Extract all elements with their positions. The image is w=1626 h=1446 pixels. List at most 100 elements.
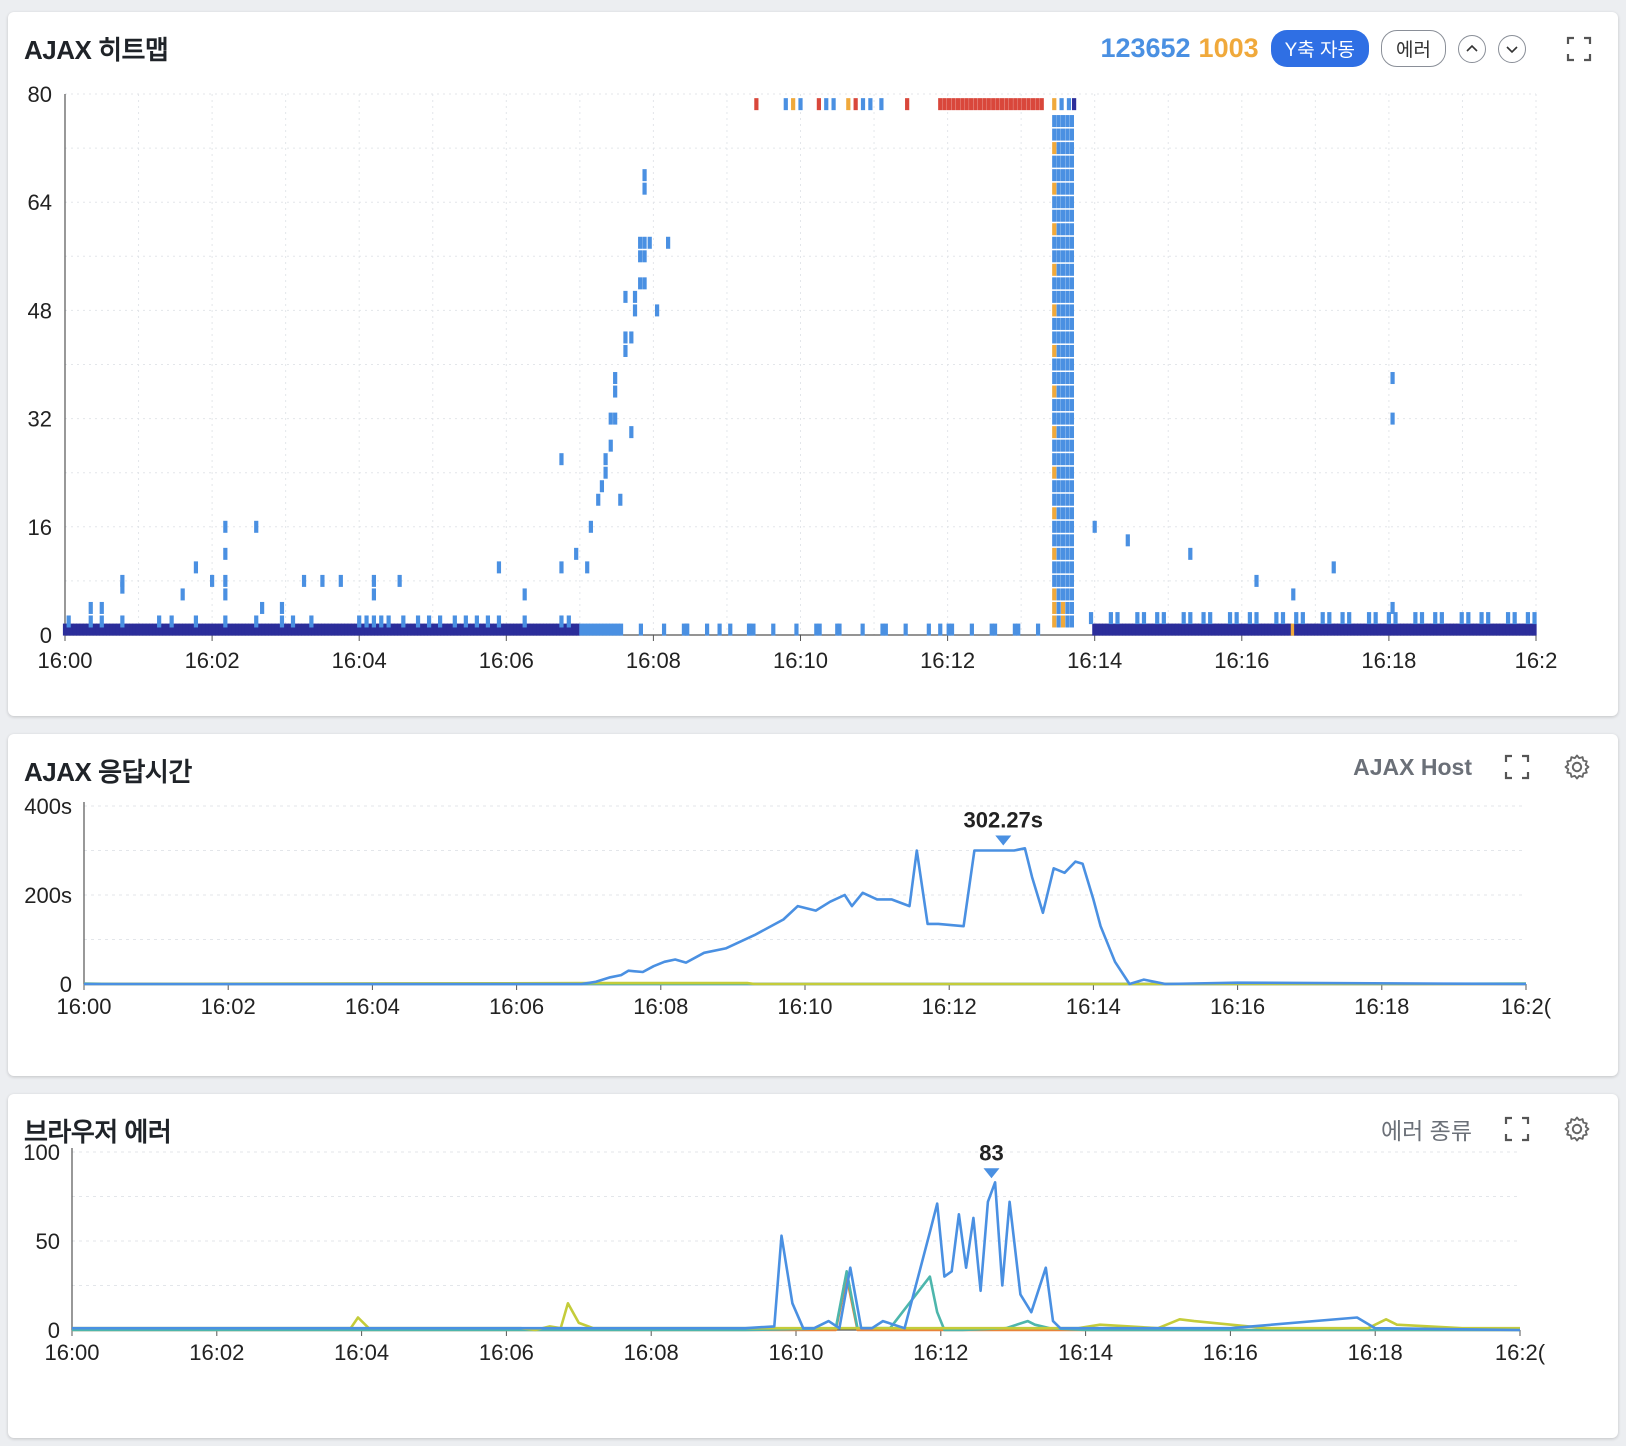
heatmap-cell (1052, 372, 1057, 385)
heatmap-cell (1060, 385, 1066, 398)
heatmap-cell (1056, 115, 1061, 128)
heatmap-cell (1065, 196, 1070, 209)
heatmap-cell (1155, 612, 1160, 625)
heatmap-cell (1069, 155, 1074, 168)
heatmap-cell (1060, 331, 1066, 344)
heatmap-cell (1052, 439, 1057, 452)
heatmap-cell (613, 385, 618, 398)
heatmap-cell (1092, 520, 1097, 533)
heatmap-cell (1052, 453, 1057, 466)
heatmap-cell (1069, 128, 1074, 141)
heatmap-cell (1016, 623, 1021, 636)
heatmap-cell (666, 236, 671, 249)
heatmap-cell (1340, 612, 1345, 625)
heatmap-cell (1069, 466, 1074, 479)
heatmap-cell (1320, 612, 1325, 625)
heatmap-cell (1052, 466, 1057, 479)
heatmap-cell (717, 623, 722, 636)
heatmap-cell (438, 615, 443, 628)
error-x-tick-label: 16:10 (768, 1340, 823, 1365)
heatmap-cell (1060, 290, 1066, 303)
heatmap-cell (1060, 358, 1066, 371)
heatmap-chart[interactable]: 0 16 32 48 64 80 16:00 16:02 16:04 16:06 16:08 16:1… (8, 12, 1618, 716)
heatmap-cell (1060, 493, 1066, 506)
heatmap-cell (1060, 547, 1066, 560)
heatmap-cell (632, 290, 638, 303)
error-x-tick-label: 16:04 (334, 1340, 389, 1365)
heatmap-cell (1052, 128, 1057, 141)
heatmap-cell (386, 615, 391, 628)
heatmap-cell (66, 615, 71, 628)
heatmap-cell (1065, 588, 1070, 601)
heatmap-cell (522, 588, 527, 601)
heatmap-cell (452, 615, 457, 628)
heatmap-cell (860, 98, 866, 111)
response-peak-marker (995, 835, 1012, 846)
response-time-chart[interactable]: 0200s400s16:00 16:02 16:04 16:06 16:08 16:10 1… (8, 734, 1618, 1076)
heatmap-cell (588, 520, 593, 533)
heatmap-cell (1060, 453, 1066, 466)
heatmap-cell (1060, 304, 1066, 317)
heatmap-cell (1069, 480, 1074, 493)
heatmap-cell (1065, 520, 1070, 533)
response-series-line (84, 847, 1527, 986)
heatmap-cell (1069, 588, 1074, 601)
heatmap-cell (1030, 98, 1036, 111)
heatmap-cell (474, 615, 479, 628)
heatmap-cell (357, 615, 362, 628)
heatmap-cell (905, 98, 910, 111)
heatmap-cell (632, 304, 638, 317)
x-tick-label: 16:18 (1361, 648, 1416, 673)
heatmap-cell (1056, 615, 1061, 628)
heatmap-cell (754, 98, 759, 111)
heatmap-cell (1056, 358, 1061, 371)
heatmap-cell (596, 493, 601, 506)
heatmap-cell (955, 98, 960, 111)
heatmap-cell (1419, 612, 1425, 625)
heatmap-cell (846, 98, 851, 111)
heatmap-cell (1065, 290, 1070, 303)
heatmap-cell (371, 574, 377, 587)
heatmap-cell (1060, 209, 1066, 222)
heatmap-cell (180, 588, 185, 601)
heatmap-cell (982, 98, 987, 111)
heatmap-cell (1065, 601, 1070, 614)
heatmap-cell (1069, 142, 1074, 155)
heatmap-cell (254, 615, 259, 628)
heatmap-cell (1069, 317, 1074, 330)
heatmap-cell (1008, 98, 1013, 111)
heatmap-cell (603, 453, 608, 466)
heatmap-cell (638, 250, 643, 263)
heatmap-cell (1056, 128, 1061, 141)
heatmap-cell (951, 98, 956, 111)
heatmap-cell (169, 615, 174, 628)
heatmap-cell (1056, 209, 1061, 222)
heatmap-cell (1056, 574, 1061, 587)
heatmap-cell (623, 290, 628, 303)
heatmap-cell (1331, 561, 1336, 574)
error-y-tick-label: 50 (36, 1229, 60, 1254)
heatmap-cell (1141, 612, 1147, 625)
heatmap-cell (1056, 588, 1061, 601)
heatmap-cell (1056, 480, 1061, 493)
heatmap-cell (1056, 169, 1061, 182)
heatmap-cell (401, 615, 406, 628)
heatmap-cell (1069, 209, 1074, 222)
heatmap-cell (973, 98, 978, 111)
heatmap-cell (1135, 612, 1140, 625)
heatmap-cell (1069, 574, 1074, 587)
heatmap-cell (608, 412, 613, 425)
heatmap-cell (193, 561, 199, 574)
heatmap-cell (883, 623, 888, 636)
heatmap-cell (1060, 534, 1066, 547)
heatmap-cell (1060, 182, 1066, 195)
heatmap-cell (485, 615, 491, 628)
heatmap-cell (1069, 277, 1074, 290)
heatmap-cell (704, 623, 710, 636)
heatmap-cell (1065, 385, 1070, 398)
error-y-tick-label: 100 (23, 1140, 60, 1165)
heatmap-cell (1188, 547, 1193, 560)
browser-error-chart[interactable]: 05010016:00 16:02 16:04 16:06 16:08 16:10 16:1… (8, 1094, 1618, 1438)
heatmap-cell (1373, 612, 1378, 625)
heatmap-cell (157, 615, 162, 628)
